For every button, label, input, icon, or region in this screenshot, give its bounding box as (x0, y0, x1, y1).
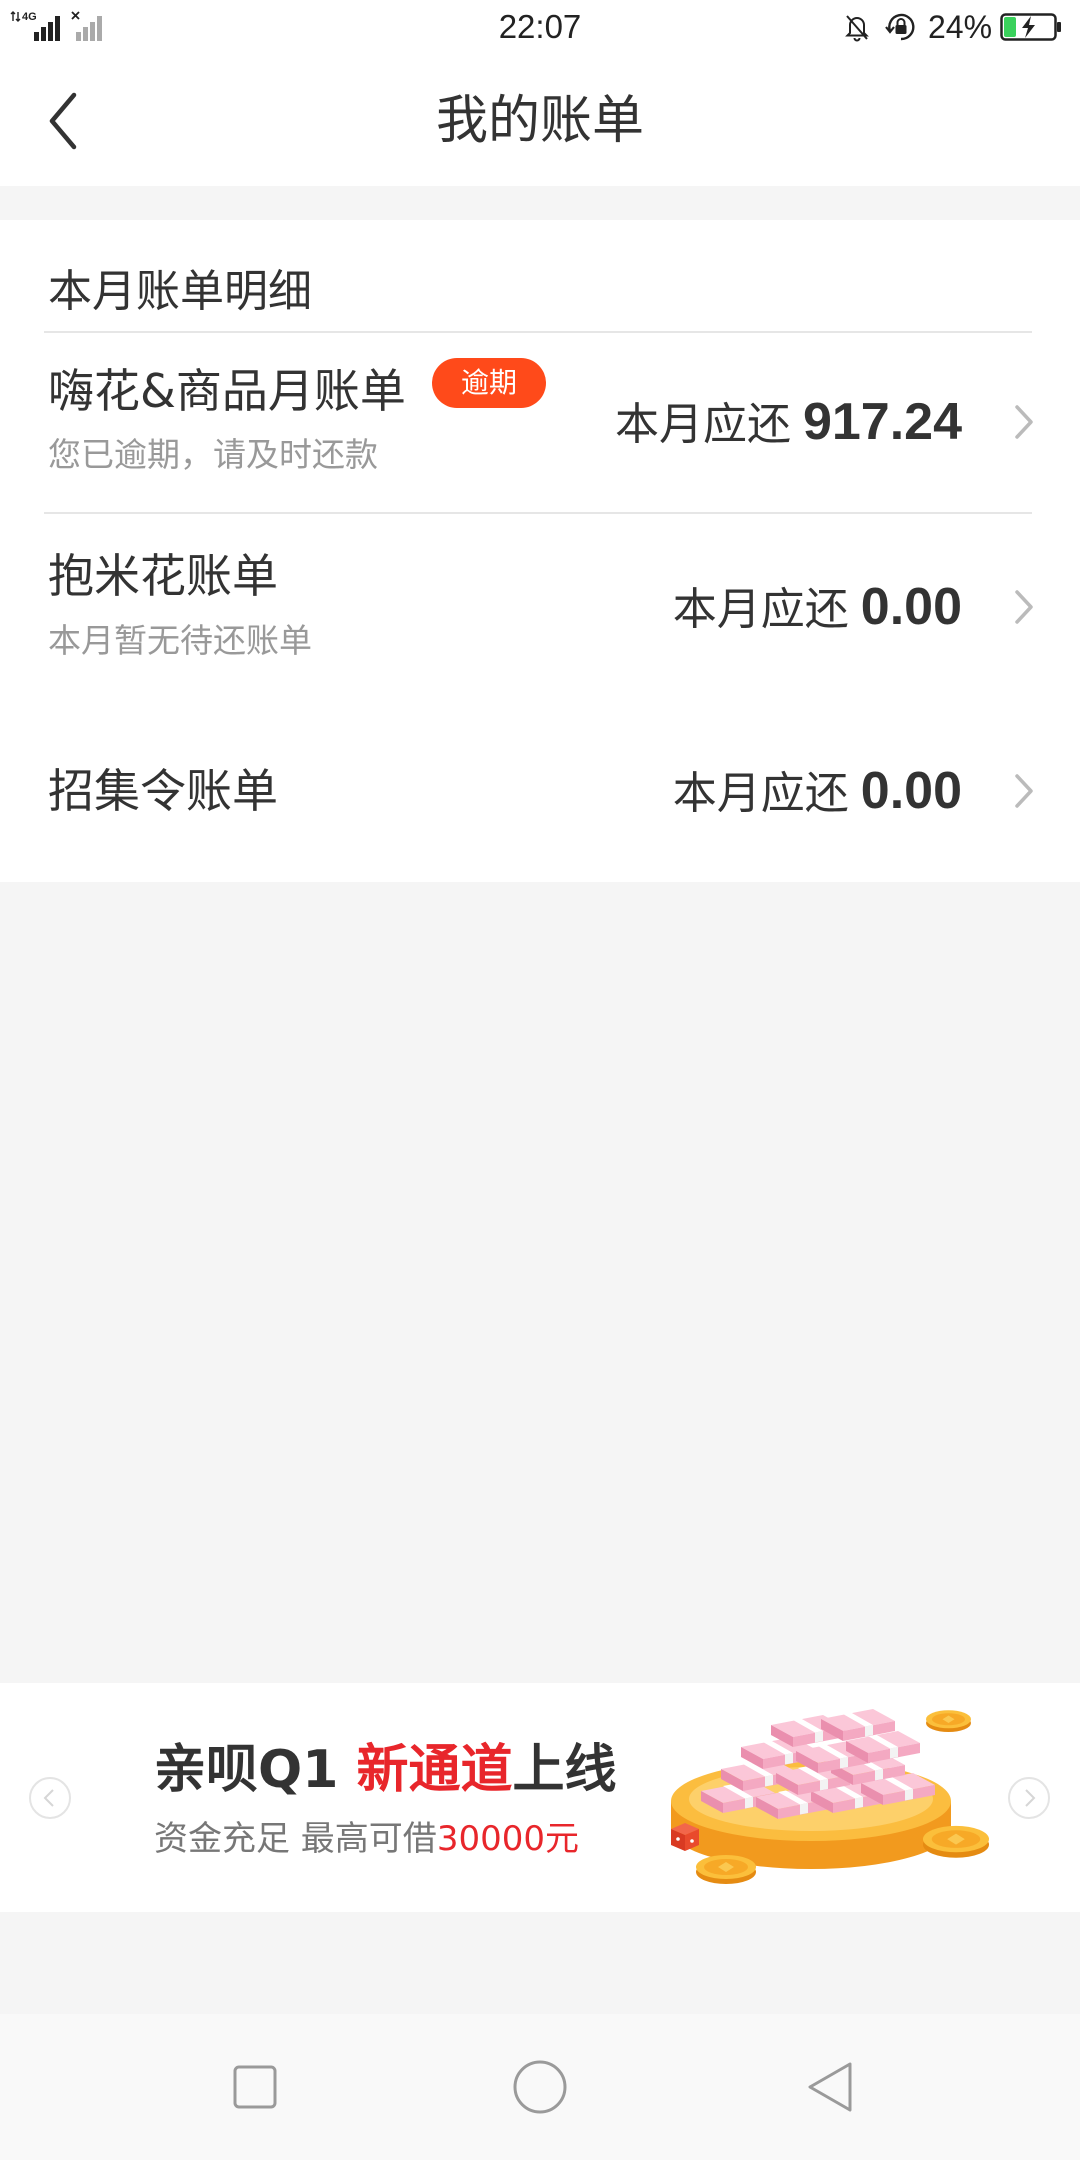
promo-banner[interactable]: 亲呗Q1 新通道上线 资金充足 最高可借30000元 (0, 1683, 1080, 1912)
bill-due: 本月应还 0.00 (673, 759, 962, 823)
bill-row-zhaojiling[interactable]: 招集令账单 本月应还 0.00 (0, 694, 1080, 882)
rotation-lock-icon (885, 13, 915, 41)
due-label: 本月应还 (672, 584, 849, 635)
battery-charging-icon (1000, 13, 1061, 41)
signal-4g-icon: 4G (10, 11, 60, 41)
battery-percent: 24% (928, 9, 993, 45)
bill-subtitle: 本月暂无待还账单 (48, 621, 312, 660)
network-type-label: 4G (22, 11, 37, 23)
due-label: 本月应还 (614, 399, 791, 450)
banner-title-prefix: 亲呗Q1 (154, 1740, 357, 1800)
mute-bell-icon (845, 15, 869, 42)
chevron-right-icon (1015, 590, 1033, 624)
bill-name: 嗨花&商品月账单 (48, 364, 406, 418)
back-button[interactable] (24, 81, 104, 161)
status-bar: 4G 22:07 24% (0, 0, 1080, 55)
section-title: 本月账单明细 (48, 266, 312, 317)
bill-due: 本月应还 0.00 (673, 575, 962, 639)
bills-card: 本月账单明细 嗨花&商品月账单 逾期 您已逾期，请及时还款 本月应还 917.24… (0, 220, 1080, 882)
banner-title: 亲呗Q1 新通道上线 (154, 1740, 617, 1800)
header: 我的账单 (0, 55, 1080, 186)
bill-row-huahua[interactable]: 嗨花&商品月账单 逾期 您已逾期，请及时还款 本月应还 917.24 (0, 333, 1080, 512)
home-icon[interactable] (512, 2059, 568, 2115)
bill-name: 招集令账单 (48, 764, 278, 818)
next-circle-icon[interactable] (1007, 1776, 1051, 1820)
bill-due: 本月应还 917.24 (615, 390, 962, 454)
due-amount: 917.24 (802, 393, 962, 451)
money-illustration (671, 1709, 989, 1884)
page-title: 我的账单 (435, 91, 644, 151)
prev-circle-icon[interactable] (28, 1776, 72, 1820)
status-time: 22:07 (498, 8, 582, 45)
overdue-badge: 逾期 (432, 358, 546, 408)
app-screen: 4G 22:07 24% 我的账单 本月账单明细 嗨花&商品月账单 逾期 您已逾… (0, 0, 1080, 2160)
banner-subtitle-highlight: 30000元 (436, 1819, 579, 1859)
bill-subtitle: 您已逾期，请及时还款 (48, 435, 378, 474)
back-icon (49, 92, 77, 150)
banner-subtitle: 资金充足 最高可借30000元 (154, 1817, 579, 1861)
bill-row-baomihua[interactable]: 抱米花账单 本月暂无待还账单 本月应还 0.00 (0, 514, 1080, 694)
chevron-right-icon (1015, 405, 1033, 439)
no-signal-icon (71, 11, 102, 41)
system-nav-bar (0, 2014, 1080, 2160)
banner-title-highlight: 新通道 (356, 1740, 513, 1800)
chevron-right-icon (1015, 774, 1033, 808)
due-amount: 0.00 (860, 762, 962, 820)
recent-apps-icon[interactable] (232, 2064, 278, 2110)
banner-subtitle-prefix: 资金充足 最高可借 (154, 1819, 437, 1859)
back-triangle-icon[interactable] (804, 2060, 856, 2114)
due-label: 本月应还 (672, 768, 849, 819)
banner-title-suffix: 上线 (512, 1740, 617, 1800)
due-amount: 0.00 (860, 578, 962, 636)
battery-fill (1004, 17, 1016, 37)
bill-name: 抱米花账单 (48, 549, 278, 603)
